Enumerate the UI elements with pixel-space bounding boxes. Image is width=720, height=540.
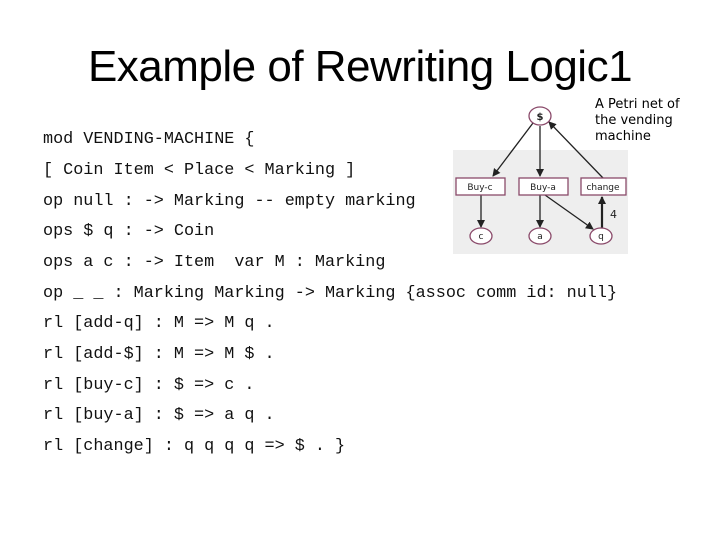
- place-c: c: [469, 227, 493, 245]
- transition-label: Buy-c: [467, 183, 492, 193]
- place-label: q: [598, 232, 604, 242]
- arc-weight-label: 4: [610, 208, 617, 221]
- place-label: $: [537, 112, 544, 123]
- transition-change: change: [580, 177, 627, 196]
- code-line: ops a c : -> Item var M : Marking: [43, 253, 386, 272]
- slide-title: Example of Rewriting Logic1: [87, 42, 633, 91]
- petri-net-diagram: 4 $ c a q Buy-c Buy-a change: [453, 106, 628, 254]
- code-line: mod VENDING-MACHINE {: [43, 130, 255, 149]
- place-label: c: [479, 232, 484, 242]
- code-line: rl [add-q] : M => M q .: [43, 314, 275, 333]
- code-line: ops $ q : -> Coin: [43, 222, 215, 241]
- place-q: q: [589, 227, 613, 245]
- transition-label: Buy-a: [530, 183, 556, 193]
- code-line: [ Coin Item < Place < Marking ]: [43, 161, 356, 180]
- code-line: rl [buy-c] : $ => c .: [43, 376, 255, 395]
- transition-buy-a: Buy-a: [518, 177, 569, 196]
- code-line: rl [buy-a] : $ => a q .: [43, 406, 275, 425]
- code-line: rl [add-$] : M => M $ .: [43, 345, 275, 364]
- transition-label: change: [586, 183, 620, 193]
- place-label: a: [537, 232, 543, 242]
- transition-buy-c: Buy-c: [455, 177, 506, 196]
- place-dollar: $: [528, 106, 552, 126]
- code-line: op _ _ : Marking Marking -> Marking {ass…: [43, 284, 618, 303]
- code-line: op null : -> Marking -- empty marking: [43, 192, 416, 211]
- code-line: rl [change] : q q q q => $ . }: [43, 437, 346, 456]
- place-a: a: [528, 227, 552, 245]
